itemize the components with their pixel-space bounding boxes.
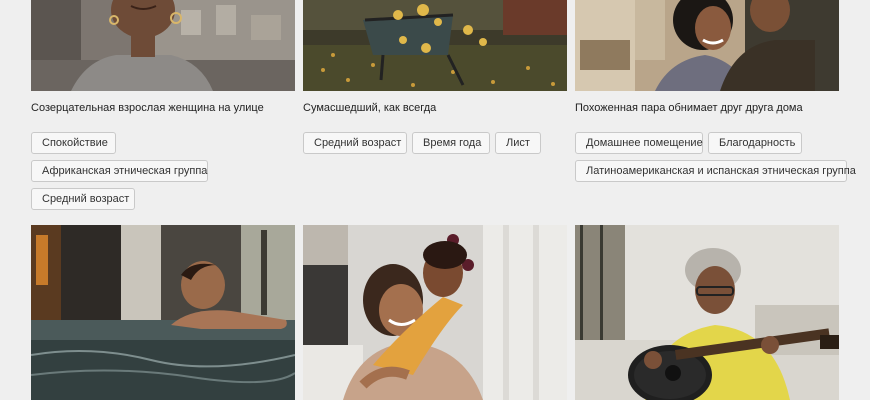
photo-woman-pool[interactable]: [31, 225, 295, 400]
card-caption[interactable]: Созерцательная взрослая женщина на улице: [31, 102, 264, 114]
tag-middle-age[interactable]: Средний возраст: [31, 188, 135, 210]
card-caption[interactable]: Похоженная пара обнимает друг друга дома: [575, 102, 803, 114]
tag-hispanic-ethnicity[interactable]: Латиноамериканская и испанская этническа…: [575, 160, 856, 182]
photo-mother-daughter-hug[interactable]: [303, 225, 567, 400]
tag-season[interactable]: Время года: [412, 132, 490, 154]
tag-home-interior[interactable]: Домашнее помещение: [575, 132, 703, 154]
photo-woman-street[interactable]: [31, 0, 295, 91]
photo-couple-hug[interactable]: [575, 0, 839, 91]
tag-leaf[interactable]: Лист: [495, 132, 541, 154]
tag-african-ethnicity[interactable]: Африканская этническая группа: [31, 160, 208, 182]
photo-wheelbarrow-leaves[interactable]: [303, 0, 567, 91]
photo-grandmother-guitar[interactable]: [575, 225, 839, 400]
tag-gratitude[interactable]: Благодарность: [708, 132, 802, 154]
tag-calm[interactable]: Спокойствие: [31, 132, 116, 154]
tag-middle-age[interactable]: Средний возраст: [303, 132, 407, 154]
card-caption[interactable]: Сумасшедший, как всегда: [303, 102, 436, 114]
